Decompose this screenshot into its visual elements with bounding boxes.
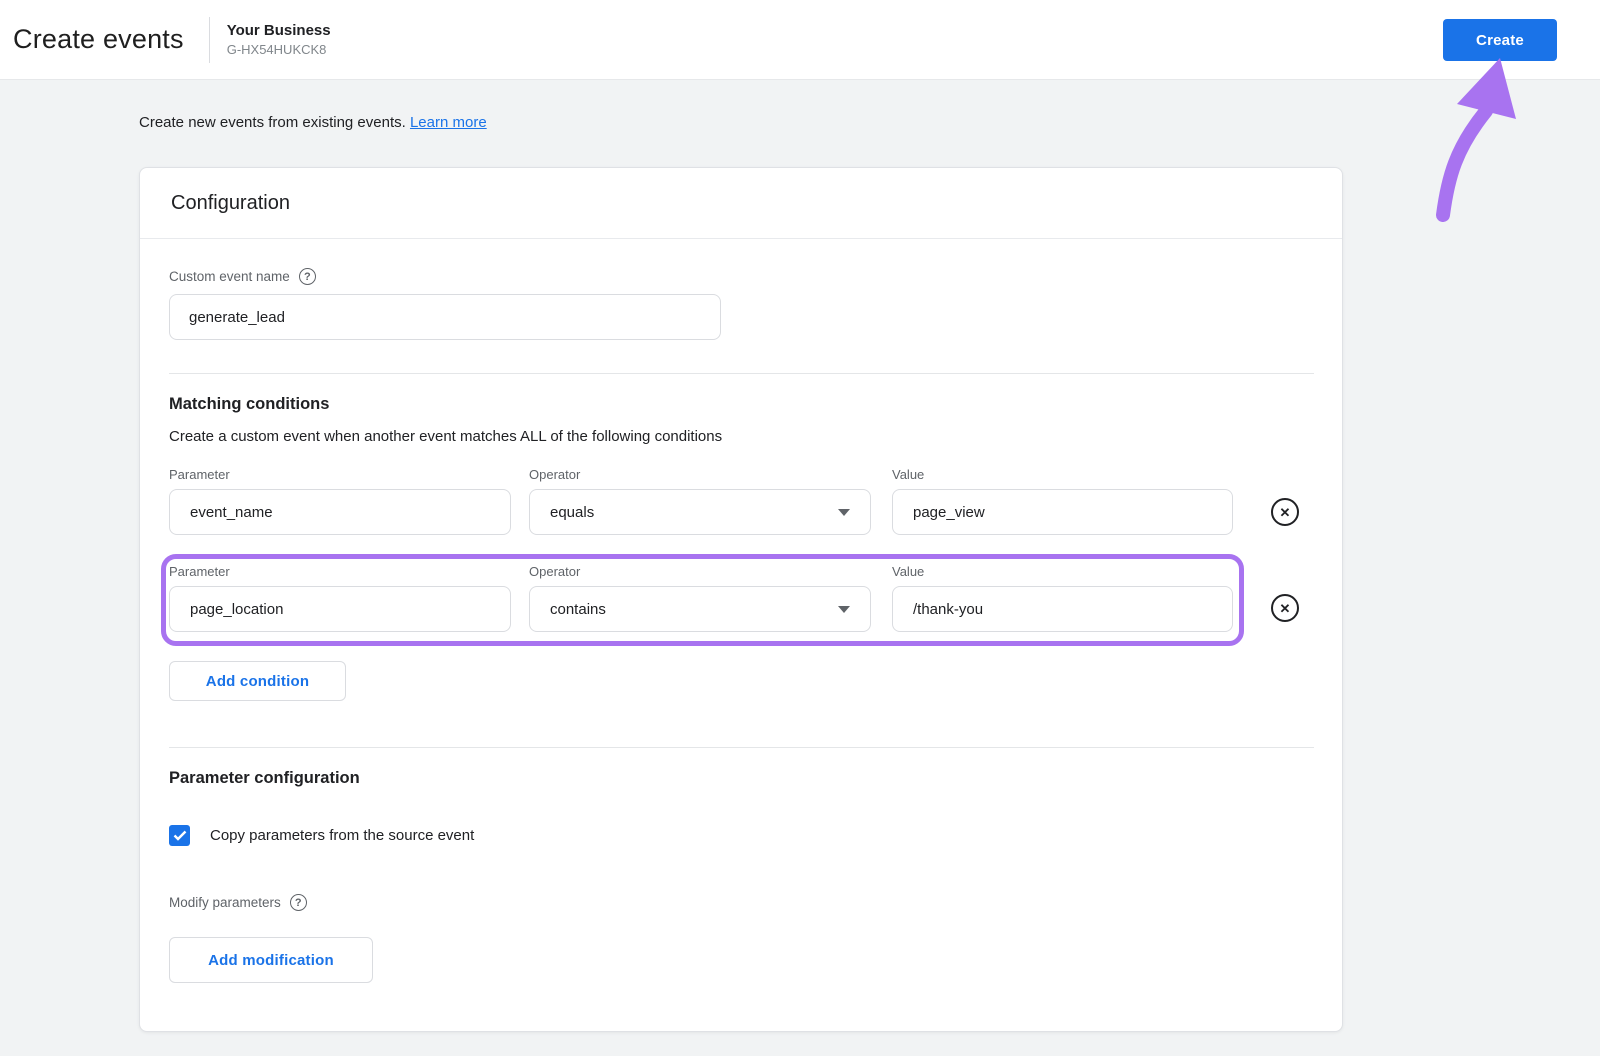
add-modification-button[interactable]: Add modification <box>169 937 373 983</box>
help-icon[interactable]: ? <box>289 894 307 911</box>
section-divider <box>169 373 1314 374</box>
custom-event-name-input[interactable] <box>169 294 721 340</box>
top-header: Create events Your Business G-HX54HUKCK8… <box>0 0 1600 80</box>
create-button[interactable]: Create <box>1443 19 1557 61</box>
operator-value: equals <box>550 503 595 521</box>
operator-label: Operator <box>529 564 581 579</box>
copy-parameters-label: Copy parameters from the source event <box>210 827 475 844</box>
checkmark-icon <box>173 830 186 841</box>
value-input[interactable] <box>892 586 1233 632</box>
value-label: Value <box>892 467 925 482</box>
header-divider <box>208 16 210 63</box>
remove-condition-icon[interactable]: ✕ <box>1271 594 1299 622</box>
condition-row: Parameter Operator equals Value ✕ <box>169 467 1314 535</box>
parameter-input[interactable] <box>169 489 511 535</box>
section-divider <box>169 747 1314 748</box>
chevron-down-icon <box>838 605 850 613</box>
custom-event-name-label: Custom event name <box>169 269 290 284</box>
condition-row-highlighted-wrapper: Parameter Operator contains Value <box>161 535 1314 646</box>
business-name: Your Business <box>226 22 331 39</box>
configuration-card: Configuration Custom event name ? Matchi… <box>139 167 1343 1032</box>
modify-parameters-label: Modify parameters <box>169 895 281 910</box>
operator-select[interactable]: equals <box>529 489 871 535</box>
page-title: Create events <box>13 24 184 54</box>
parameter-configuration-title: Parameter configuration <box>169 769 360 787</box>
matching-conditions-title: Matching conditions <box>169 395 330 413</box>
card-title: Configuration <box>140 168 1342 239</box>
parameter-label: Parameter <box>169 467 230 482</box>
operator-select[interactable]: contains <box>529 586 871 632</box>
parameter-label: Parameter <box>169 564 230 579</box>
chevron-down-icon <box>838 508 850 516</box>
value-input[interactable] <box>892 489 1233 535</box>
matching-conditions-subtitle: Create a custom event when another event… <box>169 428 723 445</box>
remove-condition-icon[interactable]: ✕ <box>1271 498 1299 526</box>
intro-text: Create new events from existing events. … <box>139 114 487 131</box>
operator-value: contains <box>550 600 606 618</box>
help-icon[interactable]: ? <box>298 268 316 285</box>
property-id: G-HX54HUKCK8 <box>226 42 327 57</box>
operator-label: Operator <box>529 467 581 482</box>
condition-row: Parameter Operator contains Value <box>169 564 1233 632</box>
parameter-input[interactable] <box>169 586 511 632</box>
value-label: Value <box>892 564 925 579</box>
intro-sentence: Create new events from existing events. <box>139 114 406 131</box>
copy-parameters-checkbox[interactable] <box>169 825 190 846</box>
property-selector[interactable]: Your Business G-HX54HUKCK8 <box>227 22 331 57</box>
learn-more-link[interactable]: Learn more <box>410 114 487 131</box>
add-condition-button[interactable]: Add condition <box>169 661 346 701</box>
highlight-ring: Parameter Operator contains Value <box>161 554 1244 646</box>
